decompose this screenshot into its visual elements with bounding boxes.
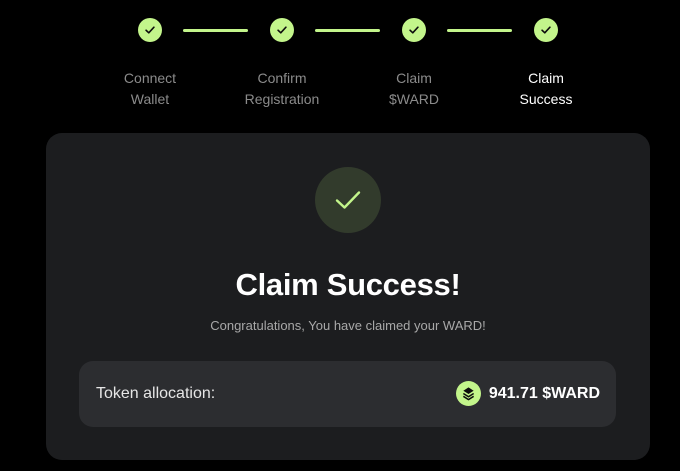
card-title: Claim Success! (235, 267, 461, 302)
step-connector-3 (447, 29, 512, 32)
progress-stepper: Connect Wallet Confirm Registration Clai… (0, 0, 680, 120)
token-allocation-panel: Token allocation: 941.71 $WARD (79, 361, 616, 427)
step-label-line: $WARD (388, 91, 440, 107)
step-label-line: Registration (244, 91, 320, 107)
step-4-check-icon (534, 18, 558, 42)
step-1-check-icon (138, 18, 162, 42)
allocation-label: Token allocation: (96, 385, 216, 402)
success-check-icon (315, 167, 381, 233)
step-connector-1 (183, 29, 248, 32)
step-label-line: Claim (396, 70, 432, 86)
step-label-line: Connect (123, 70, 177, 86)
step-label-confirm-registration: Confirm Registration (222, 68, 342, 110)
step-3-check-icon (402, 18, 426, 42)
card-subtitle: Congratulations, You have claimed your W… (210, 318, 486, 333)
claim-success-card: Claim Success! Congratulations, You have… (46, 133, 650, 460)
allocation-value: 941.71 $WARD (455, 381, 600, 406)
step-label-line: Wallet (130, 91, 170, 107)
allocation-amount: 941.71 $WARD (488, 384, 600, 402)
step-2-check-icon (270, 18, 294, 42)
step-label-claim-success: Claim Success (486, 68, 606, 110)
step-label-line: Success (519, 91, 573, 107)
ward-token-icon (455, 381, 481, 406)
step-label-claim-ward: Claim $WARD (354, 68, 474, 110)
step-label-line: Confirm (257, 70, 307, 86)
step-label-line: Claim (528, 70, 564, 86)
step-label-connect-wallet: Connect Wallet (90, 68, 210, 110)
step-connector-2 (315, 29, 380, 32)
